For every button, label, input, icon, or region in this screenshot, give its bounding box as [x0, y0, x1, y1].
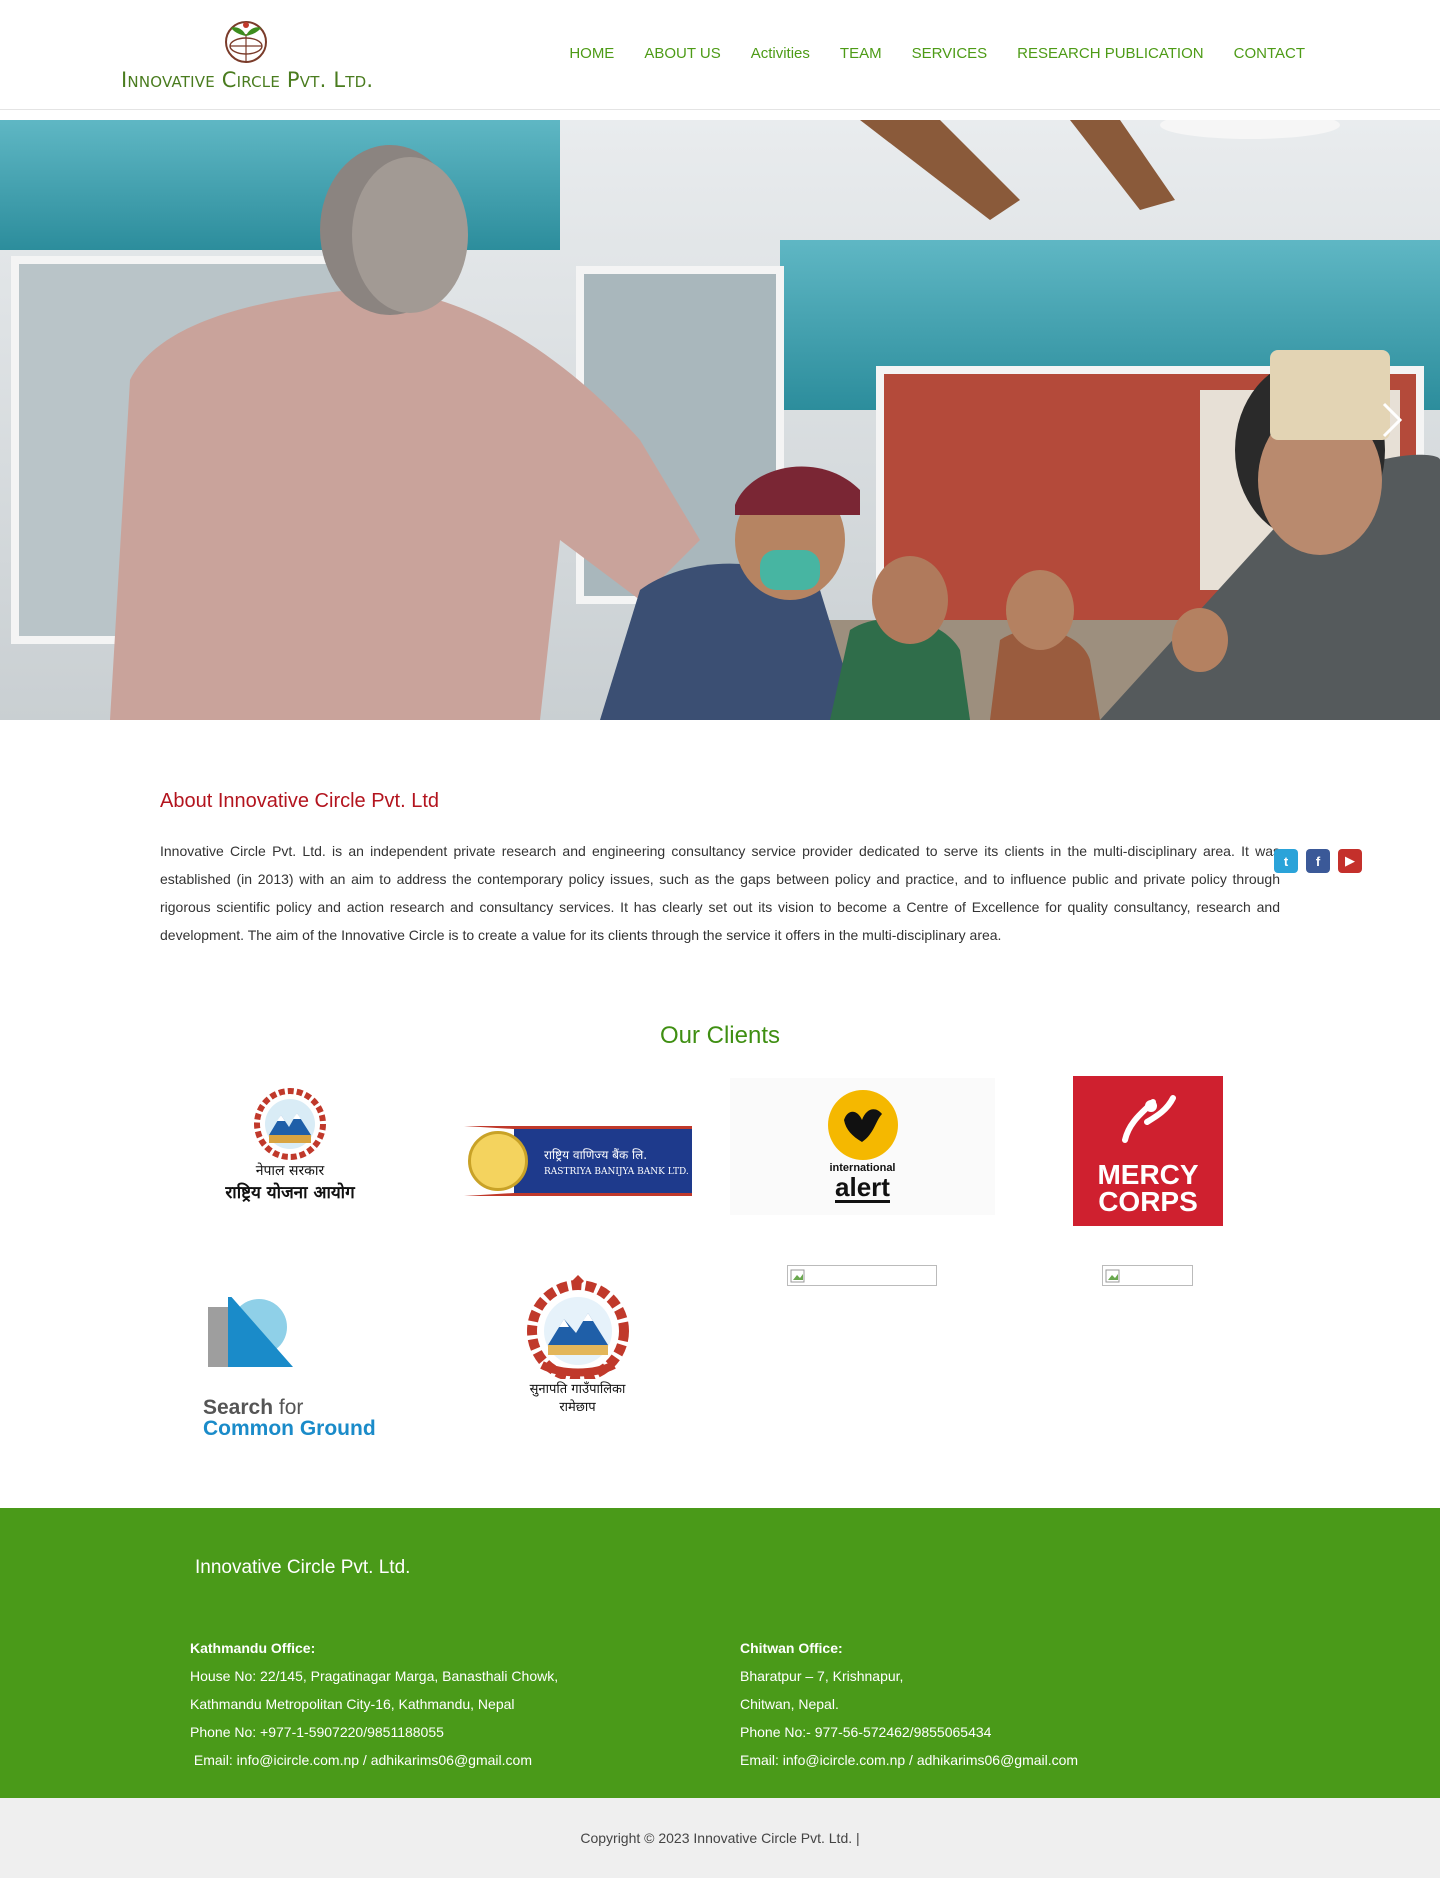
chitwan-heading: Chitwan Office: [740, 1640, 843, 1656]
sfcg-search-word: Search [203, 1396, 279, 1419]
chitwan-office: Chitwan Office: Bharatpur – 7, Krishnapu… [740, 1634, 1078, 1774]
social-links: t f ▶ [1274, 849, 1362, 873]
client-logo-international-alert: international alert [730, 1078, 995, 1215]
chitwan-address-1: Bharatpur – 7, Krishnapur, [740, 1668, 904, 1684]
nepal-emblem-icon [254, 1087, 326, 1160]
nav-activities[interactable]: Activities [751, 45, 810, 62]
site-footer: Innovative Circle Pvt. Ltd. Kathmandu Of… [0, 1508, 1440, 1798]
about-text: Innovative Circle Pvt. Ltd. is an indepe… [160, 843, 1280, 943]
sunapati-line1: सुनापति गाउँपालिका [529, 1382, 626, 1397]
hero-slider [0, 120, 1440, 720]
npc-line1: नेपाल सरकार [255, 1162, 325, 1179]
client-logo-sunapati: सुनापति गाउँपालिका रामेछाप [515, 1270, 640, 1420]
nav-team[interactable]: TEAM [840, 45, 882, 62]
client-logo-broken-image [787, 1265, 937, 1286]
slider-next-button[interactable] [1380, 400, 1420, 460]
twitter-icon[interactable]: t [1274, 849, 1298, 873]
nav-services[interactable]: SERVICES [912, 45, 988, 62]
copyright-bar: Copyright © 2023 Innovative Circle Pvt. … [0, 1798, 1440, 1878]
dove-hand-icon [827, 1090, 898, 1160]
sfcg-line1: Search for [203, 1397, 303, 1418]
rbb-emblem-icon [468, 1131, 528, 1191]
copyright-text: Copyright © 2023 Innovative Circle Pvt. … [580, 1830, 860, 1846]
kathmandu-address-1: House No: 22/145, Pragatinagar Marga, Ba… [190, 1668, 559, 1684]
rbb-line1: राष्ट्रिय वाणिज्य बैंक लि. [544, 1147, 648, 1162]
hero-photo-meeting [0, 120, 1440, 720]
client-logo-broken-image [1102, 1265, 1193, 1286]
mercy-line2: CORPS [1098, 1186, 1198, 1217]
mercy-corps-figure-icon [1122, 1095, 1176, 1143]
broken-image-icon [790, 1269, 805, 1282]
sfcg-for-word: for [278, 1396, 304, 1419]
kathmandu-phone: Phone No: +977-1-5907220/9851188055 [190, 1724, 444, 1740]
kathmandu-email[interactable]: Email: info@icircle.com.np / adhikarims0… [190, 1746, 558, 1774]
youtube-icon[interactable]: ▶ [1338, 849, 1362, 873]
footer-title: Innovative Circle Pvt. Ltd. [195, 1557, 411, 1578]
kathmandu-office: Kathmandu Office: House No: 22/145, Prag… [190, 1634, 558, 1774]
about-title: About Innovative Circle Pvt. Ltd [160, 790, 440, 812]
site-header: Innovative Circle Pvt. Ltd. HOME ABOUT U… [0, 0, 1440, 110]
mercy-line1: MERCY [1097, 1159, 1199, 1190]
nav-home[interactable]: HOME [569, 45, 614, 62]
client-logo-mercy-corps: MERCY CORPS [1073, 1076, 1223, 1226]
npc-line2: राष्ट्रिय योजना आयोग [225, 1182, 355, 1203]
sfcg-shapes-icon [208, 1297, 293, 1367]
chitwan-email[interactable]: Email: info@icircle.com.np / adhikarims0… [740, 1746, 1078, 1774]
logo-wordmark: Innovative Circle Pvt. Ltd. [121, 68, 374, 92]
broken-image-icon [1105, 1269, 1120, 1282]
client-logo-npc: नेपाल सरकार राष्ट्रिय योजना आयोग [195, 1082, 385, 1207]
client-logo-rbb: राष्ट्रिय वाणिज्य बैंक लि. RASTRIYA BANI… [464, 1126, 692, 1196]
client-logo-search-for-common-ground: Search for Common Ground [203, 1297, 388, 1447]
clients-title: Our Clients [659, 1022, 781, 1049]
nepal-emblem-icon [526, 1275, 629, 1379]
nav-contact[interactable]: CONTACT [1234, 45, 1305, 62]
alert-line2: alert [835, 1172, 890, 1203]
facebook-icon[interactable]: f [1306, 849, 1330, 873]
about-section: About Innovative Circle Pvt. Ltd Innovat… [160, 790, 1280, 949]
site-logo[interactable]: Innovative Circle Pvt. Ltd. [121, 16, 373, 96]
nav-research-publication[interactable]: RESEARCH PUBLICATION [1017, 45, 1203, 62]
chevron-right-icon [1382, 402, 1403, 438]
chitwan-address-2: Chitwan, Nepal. [740, 1696, 839, 1712]
rbb-line2: RASTRIYA BANIJYA BANK LTD. [544, 1166, 689, 1177]
kathmandu-heading: Kathmandu Office: [190, 1640, 316, 1656]
globe-plant-logo-icon [225, 21, 267, 63]
kathmandu-address-2: Kathmandu Metropolitan City-16, Kathmand… [190, 1696, 515, 1712]
sunapati-line2: रामेछाप [559, 1400, 596, 1415]
chitwan-phone: Phone No:- 977-56-572462/9855065434 [740, 1724, 992, 1740]
main-nav: HOME ABOUT US Activities TEAM SERVICES R… [569, 45, 1305, 62]
sfcg-line2: Common Ground [203, 1417, 376, 1440]
nav-about-us[interactable]: ABOUT US [644, 45, 720, 62]
